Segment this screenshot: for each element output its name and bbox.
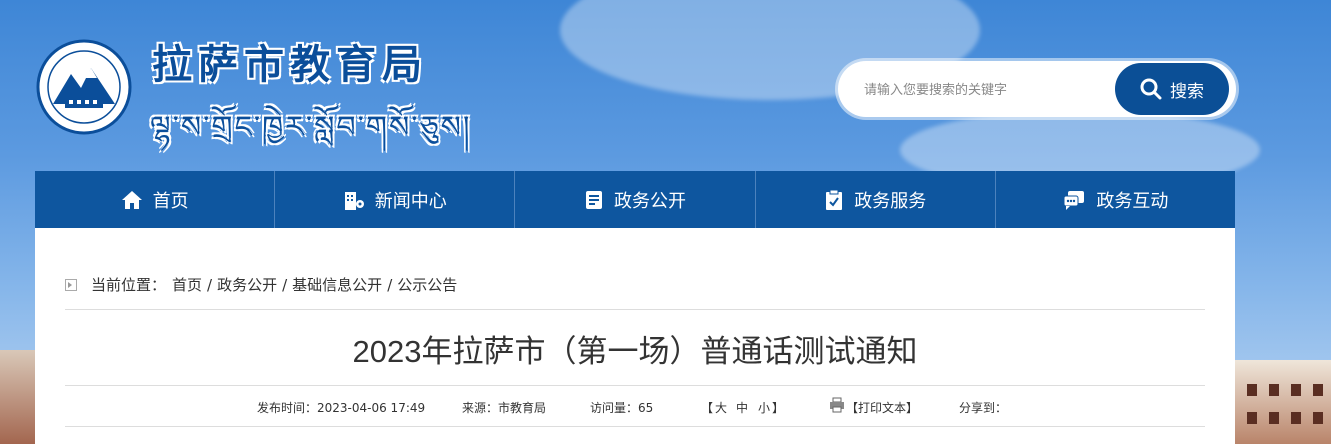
breadcrumb-prefix: 当前位置： [91,276,167,294]
background-building-left [0,350,36,444]
site-logo[interactable] [35,38,133,136]
divider [65,385,1205,386]
nav-label: 政务互动 [1096,190,1169,212]
breadcrumb-separator: / [207,275,213,294]
breadcrumb-item-gov-open[interactable]: 政务公开 [217,274,277,295]
background-building-right [1235,360,1331,444]
nav-label: 政务服务 [854,190,927,212]
search-box: 搜索 [838,61,1236,117]
nav-home[interactable]: 首页 [35,171,276,228]
nav-label: 政务公开 [614,190,686,212]
search-icon [1140,78,1162,100]
home-icon [121,190,142,209]
nav-label: 新闻中心 [374,190,447,212]
print-button[interactable]: 【打印文本】 [846,399,918,416]
publish-time: 发布时间：2023-04-06 17:49 [257,401,426,415]
document-icon [586,190,602,209]
main-nav: 首页 新闻中心 政务公开 政务服务 政务互动 [35,171,1235,228]
site-title: 拉萨市教育局 [152,41,428,88]
font-size-small[interactable]: 小 [758,399,770,416]
article-title: 2023年拉萨市（第一场）普通话测试通知 [352,334,918,369]
clipboard-icon [826,189,843,210]
location-icon [65,278,77,291]
font-size-large[interactable]: 大 [715,399,727,416]
nav-gov-open[interactable]: 政务公开 [515,171,756,228]
share-label: 分享到： [959,401,1008,415]
nav-gov-interact[interactable]: 政务互动 [996,171,1235,228]
site-title-tibetan: ལྷ་ས་གྲོང་ཁྱེར་སློབ་གསོ་ཅུས། [150,110,472,145]
print-icon [829,397,845,416]
article-panel: 当前位置： 首页 / 政务公开 / 基础信息公开 / 公示公告 2023年拉萨市… [35,228,1235,444]
nav-gov-service[interactable]: 政务服务 [756,171,996,228]
divider [65,426,1205,427]
building-icon [344,191,364,210]
breadcrumb: 当前位置： 首页 / 政务公开 / 基础信息公开 / 公示公告 [65,274,457,295]
font-size-medium[interactable]: 中 [736,399,748,416]
search-button-label: 搜索 [1170,81,1204,102]
font-size-open: 【 [701,401,714,415]
breadcrumb-item-basic-info[interactable]: 基础信息公开 [292,274,382,295]
breadcrumb-separator: / [282,275,288,294]
breadcrumb-separator: / [387,275,393,294]
breadcrumb-item-notices[interactable]: 公示公告 [397,274,457,295]
divider [65,309,1205,310]
nav-label: 首页 [152,190,189,212]
chat-icon [1063,190,1085,210]
breadcrumb-item-home[interactable]: 首页 [172,274,202,295]
search-input[interactable] [862,76,1126,104]
nav-news[interactable]: 新闻中心 [275,171,516,228]
article-source: 来源：市教育局 [462,401,547,415]
view-count: 访问量：65 [590,401,654,415]
font-size-close: 】 [772,401,785,415]
search-button[interactable]: 搜索 [1115,63,1229,115]
